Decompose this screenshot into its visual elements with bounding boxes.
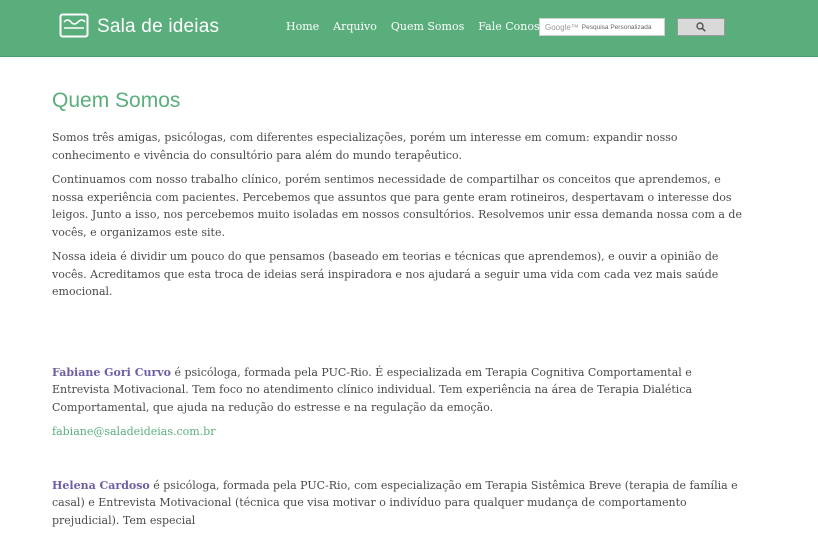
page-title: Quem Somos	[52, 89, 181, 112]
person-bio-text: é psicóloga, formada pela PUC-Rio, com e…	[52, 478, 738, 527]
main-content: Quem Somos Somos três amigas, psicólogas…	[52, 88, 742, 536]
search-button[interactable]	[677, 18, 725, 36]
intro-paragraph: Continuamos com nosso trabalho clínico, …	[52, 173, 742, 239]
search-icon	[696, 22, 706, 32]
site-header: Sala de ideias Home Arquivo Quem Somos F…	[0, 0, 818, 57]
google-brand-label: Google™	[545, 22, 579, 32]
person-name: Fabiane Gori Curvo	[52, 365, 171, 379]
main-nav: Home Arquivo Quem Somos Fale Conosco	[286, 20, 566, 33]
email-link[interactable]: fabiane@saladeideias.com.br	[52, 423, 742, 441]
search-placeholder: Pesquisa Personalizada	[581, 23, 652, 31]
chat-bubble-logo-icon	[59, 13, 89, 38]
site-logo[interactable]: Sala de ideias	[59, 12, 219, 42]
nav-home[interactable]: Home	[286, 20, 319, 33]
person-name: Helena Cardoso	[52, 478, 150, 492]
nav-arquivo[interactable]: Arquivo	[333, 20, 377, 33]
person-bio: Fabiane Gori Curvo é psicóloga, formada …	[52, 364, 742, 417]
intro-paragraph: Nossa ideia é dividir um pouco do que pe…	[52, 250, 719, 298]
intro-paragraph: Somos três amigas, psicólogas, com difer…	[52, 131, 678, 162]
person-bio: Helena Cardoso é psicóloga, formada pela…	[52, 477, 742, 530]
nav-quem-somos[interactable]: Quem Somos	[391, 20, 464, 33]
logo-text: Sala de ideias	[97, 16, 220, 37]
search-input[interactable]: Google™ Pesquisa Personalizada	[539, 18, 665, 36]
